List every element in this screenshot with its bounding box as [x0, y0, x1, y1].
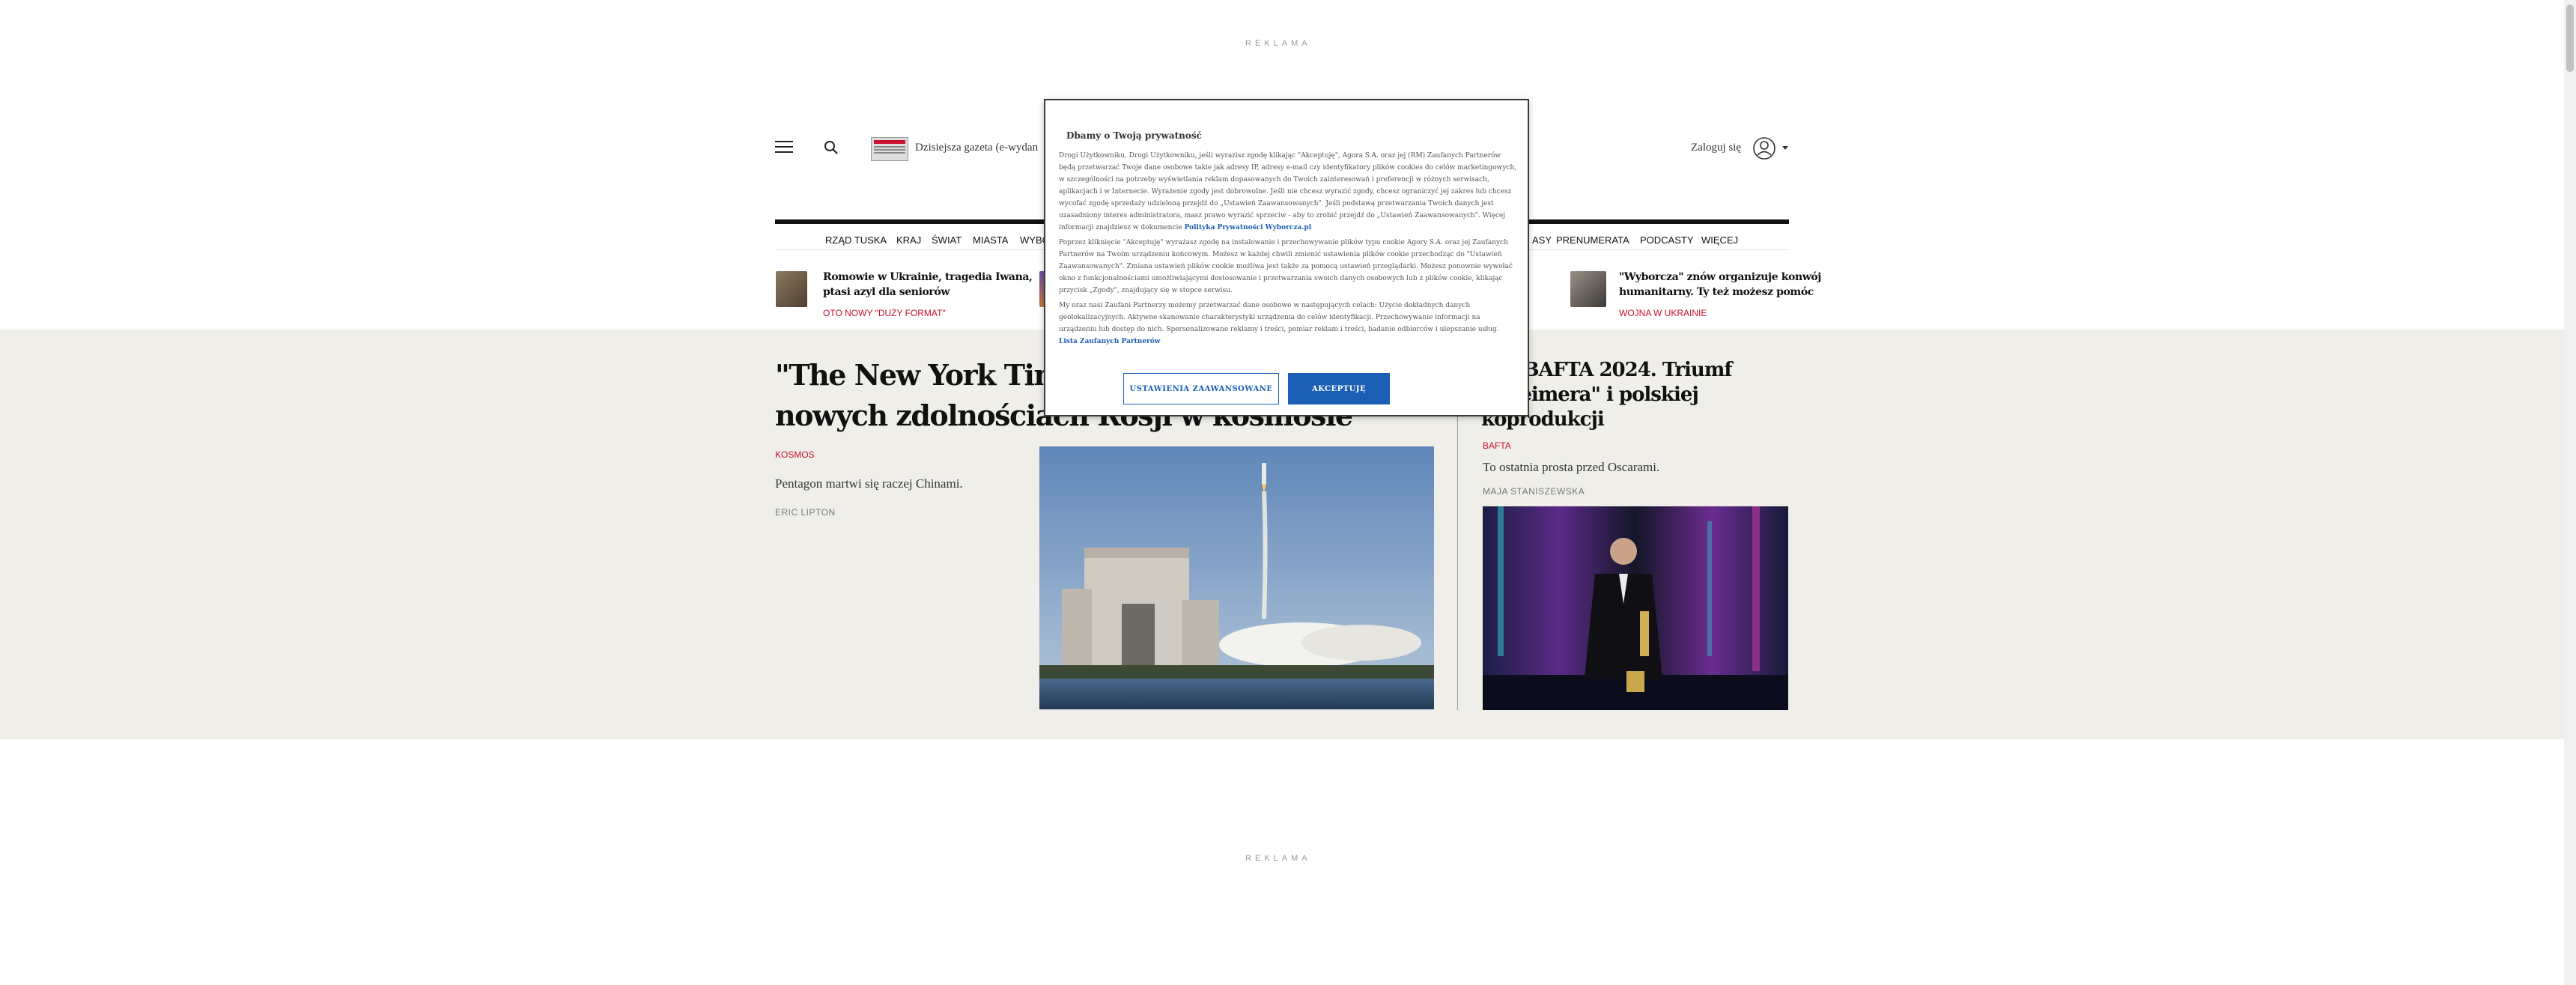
teaser-title-line: "Wyborcza" znów organizuje konwój	[1619, 271, 1821, 283]
ad-label-bottom: REKLAMA	[1245, 854, 1311, 863]
privacy-policy-link[interactable]: Polityka Prywatności Wyborcza.pl	[1185, 224, 1312, 231]
eprint-link[interactable]: Dzisiejsza gazeta (e-wydan	[915, 142, 1038, 154]
consent-text: Drogi Użytkowniku, Drogi Użytkowniku, je…	[1059, 152, 1517, 231]
menu-icon[interactable]	[775, 141, 793, 157]
nav-item-prenumerata[interactable]: PRENUMERATA	[1556, 234, 1629, 246]
advanced-settings-button[interactable]: USTAWIENIA ZAAWANSOWANE	[1123, 373, 1279, 404]
consent-modal: Dbamy o Twoją prywatność Drogi Użytkowni…	[1044, 99, 1529, 416]
teaser-tag[interactable]: OTO NOWY "DUŻY FORMAT"	[823, 308, 946, 318]
eprint-thumbnail[interactable]	[871, 137, 908, 161]
main-story-image[interactable]	[1039, 446, 1434, 713]
main-category[interactable]: KOSMOS	[775, 449, 815, 460]
teaser-title[interactable]: "Wyborcza" znów organizuje konwój humani…	[1619, 270, 1821, 300]
consent-body: Drogi Użytkowniku, Drogi Użytkowniku, je…	[1059, 150, 1517, 351]
consent-title: Dbamy o Twoją prywatność	[1066, 130, 1202, 141]
consent-paragraph: My oraz nasi Zaufani Partnerzy możemy pr…	[1059, 300, 1517, 348]
nav-item-wiecej[interactable]: WIĘCEJ	[1701, 234, 1738, 246]
side-lead: To ostatnia prosta przed Oscarami.	[1483, 460, 1660, 474]
consent-paragraph: Poprzez kliknięcie "Akceptuję" wyrażasz …	[1059, 239, 1513, 294]
consent-text: My oraz nasi Zaufani Partnerzy możemy pr…	[1059, 302, 1499, 333]
teaser-title-line: ptasi azyl dla seniorów	[823, 286, 950, 298]
search-icon[interactable]	[824, 140, 839, 159]
partners-list-link[interactable]: Lista Zaufanych Partnerów	[1059, 338, 1161, 345]
main-author[interactable]: ERIC LIPTON	[775, 507, 836, 518]
accept-button[interactable]: AKCEPTUJĘ	[1288, 373, 1390, 404]
login-link[interactable]: Zaloguj się	[1691, 142, 1741, 154]
scrollbar-track[interactable]	[2564, 0, 2576, 985]
teaser-thumbnail[interactable]	[776, 271, 807, 307]
side-category[interactable]: BAFTA	[1483, 440, 1511, 451]
nav-item-kraj[interactable]: KRAJ	[896, 234, 921, 246]
consent-paragraph: Drogi Użytkowniku, Drogi Użytkowniku, je…	[1059, 150, 1517, 234]
teaser-thumbnail[interactable]	[1570, 271, 1606, 307]
teaser-title-line: humanitarny. Ty też możesz pomóc	[1619, 286, 1814, 298]
teaser-title-line: Romowie w Ukrainie, tragedia Iwana,	[823, 271, 1033, 283]
chevron-down-icon[interactable]	[1782, 146, 1788, 150]
nav-item-podcasty[interactable]: PODCASTY	[1640, 234, 1694, 246]
user-icon[interactable]	[1752, 136, 1776, 164]
nav-item-rzad-tuska[interactable]: RZĄD TUSKA	[825, 234, 887, 246]
main-lead: Pentagon martwi się raczej Chinami.	[775, 476, 963, 491]
ad-label-top: REKLAMA	[1245, 39, 1311, 48]
nav-item-miasta[interactable]: MIASTA	[973, 234, 1008, 246]
side-author[interactable]: MAJA STANISZEWSKA	[1483, 486, 1585, 497]
side-story-image[interactable]	[1483, 506, 1788, 714]
scrollbar-thumb[interactable]	[2566, 4, 2574, 72]
nav-item-swiat[interactable]: ŚWIAT	[932, 234, 962, 246]
nav-item-klasy[interactable]: ASY	[1532, 234, 1552, 246]
teaser-tag[interactable]: WOJNA W UKRAINIE	[1619, 308, 1707, 318]
teaser-title[interactable]: Romowie w Ukrainie, tragedia Iwana, ptas…	[823, 270, 1033, 300]
